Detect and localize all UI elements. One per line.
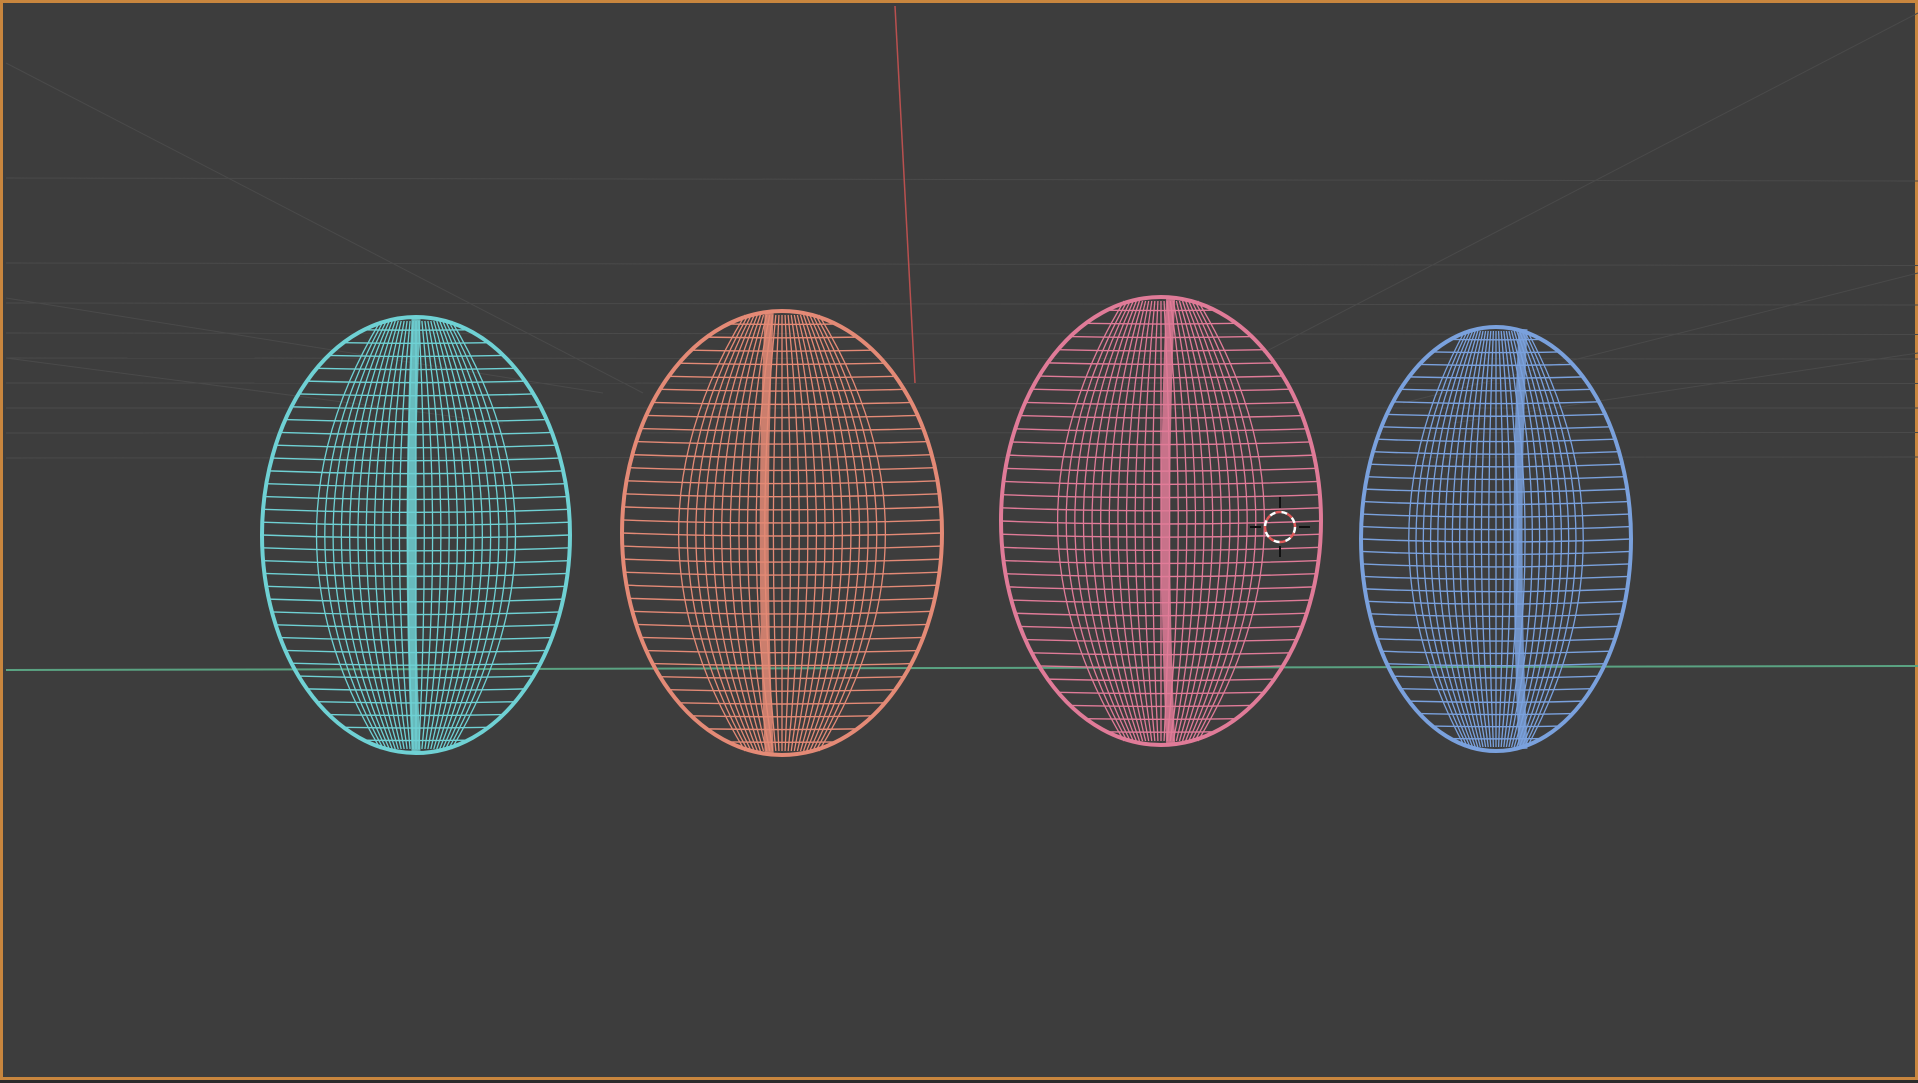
grid-line	[1263, 13, 1918, 353]
wireframe-bean[interactable]	[1001, 297, 1321, 745]
bean-lon-line	[1127, 301, 1149, 741]
bean-lon-line	[1144, 301, 1155, 741]
bean-lon-line	[794, 315, 816, 751]
bean-seam	[764, 313, 769, 753]
bean-lon-line	[1467, 331, 1486, 747]
grid-line	[6, 63, 643, 393]
grid-line	[6, 298, 603, 393]
bean-lon-line	[1489, 331, 1494, 747]
bean-seam	[1166, 299, 1171, 743]
bean-lon-line	[431, 321, 458, 749]
bean-lon-line	[1186, 301, 1230, 741]
grid-line	[6, 263, 1918, 266]
bean-lon-line	[419, 321, 424, 749]
bean-lon-line	[1438, 331, 1475, 747]
bean-lon-line	[422, 321, 433, 749]
bean-lon-line	[773, 315, 779, 751]
bean-lon-line	[1173, 301, 1195, 741]
bean-lon-line	[437, 321, 474, 749]
grid-line	[6, 333, 1918, 335]
grid-line	[6, 358, 503, 423]
wireframe-bean[interactable]	[622, 311, 942, 755]
bean-lon-line	[358, 321, 395, 749]
grid-line	[6, 178, 1918, 181]
cursor-ring-inner	[1265, 512, 1295, 542]
bean-lon-line	[785, 315, 791, 751]
wireframe-bean[interactable]	[1361, 327, 1631, 751]
bean-lon-line	[807, 315, 851, 751]
bean-lon-line	[350, 321, 393, 749]
bean-lon-line	[1460, 331, 1483, 747]
bean-lon-line	[428, 321, 449, 749]
bean-lon-line	[440, 321, 483, 749]
bean-lon-line	[1445, 331, 1478, 747]
grid-line	[6, 457, 1918, 458]
bean-lon-line	[1118, 301, 1146, 741]
bean-lon-line	[1176, 301, 1204, 741]
bean-lon-line	[797, 315, 825, 751]
bean-lon-line	[1499, 331, 1504, 747]
bean-lon-line	[1501, 331, 1510, 747]
3d-viewport[interactable]	[0, 0, 1918, 1080]
bean-lon-line	[383, 321, 404, 749]
viewport-scene	[3, 3, 1918, 1083]
bean-lon-line	[1152, 301, 1158, 741]
bean-lon-line	[804, 315, 843, 751]
bean-lon-line	[1481, 331, 1490, 747]
bean-lon-line	[1101, 301, 1140, 741]
grid-line	[6, 303, 1918, 305]
bean-lon-line	[713, 315, 757, 751]
bean-seam	[411, 319, 416, 751]
bean-lon-line	[722, 315, 761, 751]
wireframe-bean[interactable]	[262, 317, 570, 753]
floor-grid	[6, 13, 1918, 458]
z-axis-line	[895, 6, 915, 383]
bean-lon-line	[788, 315, 799, 751]
grid-line	[6, 358, 1918, 359]
grid-line	[6, 383, 1918, 384]
bean-lon-line	[1183, 301, 1222, 741]
wireframe-objects	[262, 297, 1631, 755]
bean-seam	[1518, 329, 1523, 749]
bean-lon-line	[1092, 301, 1136, 741]
bean-lon-line	[375, 321, 402, 749]
